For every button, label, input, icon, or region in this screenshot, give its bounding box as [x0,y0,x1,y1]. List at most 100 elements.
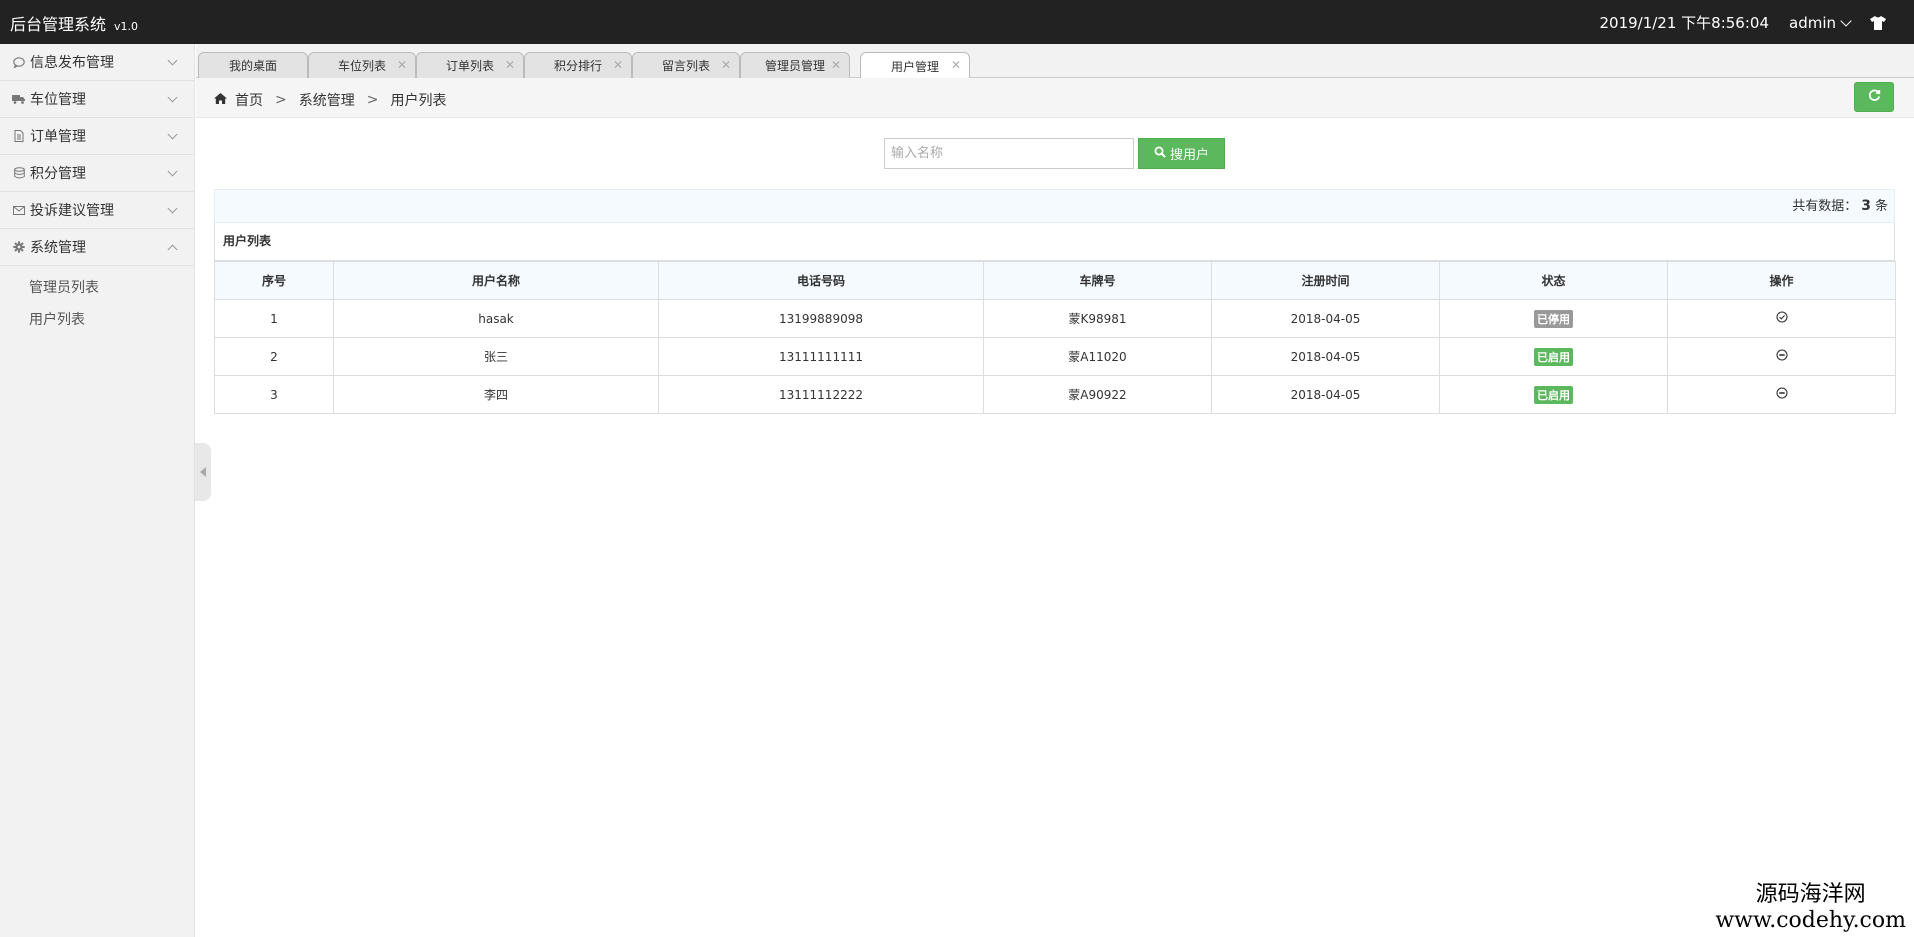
user-name: admin [1789,13,1836,32]
cell-register-time: 2018-04-05 [1211,337,1440,376]
database-icon [12,166,26,180]
tab-my-desktop[interactable]: 我的桌面 [198,52,308,78]
cell-plate: 蒙K98981 [983,299,1212,338]
sidebar: 信息发布管理 车位管理 订单管理 积分管理 投诉建议管理 系统管理 管理员列表 … [0,44,195,937]
user-table: 序号 用户名称 电话号码 车牌号 注册时间 状态 操作 1 hasak 1319… [214,261,1896,414]
cell-actions [1667,299,1896,338]
chevron-down-icon [167,129,178,140]
cell-phone: 13111111111 [658,337,984,376]
close-icon[interactable]: ✕ [831,58,841,72]
cell-index: 2 [214,337,334,376]
close-icon[interactable]: ✕ [397,58,407,72]
chevron-up-icon [167,244,178,255]
cell-plate: 蒙A90922 [983,375,1212,414]
sidebar-group-label: 系统管理 [30,240,86,256]
table-row: 2 张三 13111111111 蒙A11020 2018-04-05 已启用 [214,337,1896,376]
watermark-line2: www.codehy.com [1715,908,1906,933]
sidebar-group-info-publish[interactable]: 信息发布管理 [0,44,194,81]
sidebar-item-admin-list[interactable]: 管理员列表 [0,272,194,304]
column-header-index: 序号 [214,261,334,300]
sidebar-group-points[interactable]: 积分管理 [0,155,194,192]
breadcrumb-system[interactable]: 系统管理 [299,90,355,110]
cell-register-time: 2018-04-05 [1211,299,1440,338]
chevron-down-icon [167,92,178,103]
tab-admin-manage[interactable]: 管理员管理 ✕ [740,52,850,78]
caret-left-icon [200,467,206,477]
tab-points-ranking[interactable]: 积分排行 ✕ [524,52,632,78]
watermark-line1: 源码海洋网 [1755,882,1866,907]
cell-index: 1 [214,299,334,338]
column-header-actions: 操作 [1667,261,1896,300]
tab-label: 订单列表 [445,59,494,73]
enable-check-icon[interactable] [1775,311,1788,323]
tab-order-list[interactable]: 订单列表 ✕ [416,52,524,78]
document-icon [12,129,26,143]
sidebar-collapse-handle[interactable] [195,443,211,501]
disable-minus-icon[interactable] [1775,349,1788,361]
top-right-area: 2019/1/21 下午8:56:04 admin [1599,12,1886,33]
cell-actions [1667,375,1896,414]
gear-icon [12,240,26,254]
tab-label: 车位列表 [337,59,386,73]
breadcrumb-user-list: 用户列表 [390,93,447,109]
close-icon[interactable]: ✕ [721,58,731,72]
tab-label: 用户管理 [890,59,939,74]
home-icon [214,92,227,108]
table-row: 3 李四 13111112222 蒙A90922 2018-04-05 已启用 [214,375,1896,414]
table-row: 1 hasak 13199889098 蒙K98981 2018-04-05 已… [214,299,1896,338]
refresh-button[interactable] [1854,82,1894,112]
watermark: 源码海洋网 www.codehy.com [1715,876,1906,933]
search-button-label: 搜用户 [1169,148,1209,163]
close-icon[interactable]: ✕ [505,58,515,72]
comment-icon [12,55,26,69]
user-menu[interactable]: admin [1789,13,1852,32]
column-header-plate: 车牌号 [983,261,1212,300]
tab-message-list[interactable]: 留言列表 ✕ [632,52,740,78]
envelope-icon [12,203,26,217]
breadcrumb-home[interactable]: 首页 [235,90,263,110]
count-prefix: 共有数据： [1792,199,1858,214]
disable-minus-icon[interactable] [1775,387,1788,399]
breadcrumb-separator: > [366,92,379,108]
cell-phone: 13111112222 [658,375,984,414]
chevron-down-icon [167,166,178,177]
status-badge: 已启用 [1534,347,1573,366]
sidebar-item-user-list[interactable]: 用户列表 [0,304,194,336]
search-input[interactable] [884,138,1134,169]
sidebar-group-label: 积分管理 [30,166,86,182]
chevron-down-icon [167,203,178,214]
sidebar-submenu-system: 管理员列表 用户列表 [0,266,194,336]
app-title: 后台管理系统 [10,15,107,34]
cell-status: 已停用 [1439,299,1668,338]
cell-status: 已启用 [1439,337,1668,376]
count-value: 3 [1861,198,1871,214]
column-header-username: 用户名称 [333,261,659,300]
cell-actions [1667,337,1896,376]
tabs-bar: 我的桌面 车位列表 ✕ 订单列表 ✕ 积分排行 ✕ 留言列表 ✕ 管理员管理 ✕… [196,44,1914,79]
sidebar-group-complaints[interactable]: 投诉建议管理 [0,192,194,229]
tab-label: 积分排行 [553,59,602,73]
sidebar-group-label: 车位管理 [30,92,86,108]
cell-plate: 蒙A11020 [983,337,1212,376]
tab-label: 留言列表 [661,59,710,73]
column-header-status: 状态 [1439,261,1668,300]
tshirt-icon[interactable] [1870,15,1886,30]
column-header-phone: 电话号码 [658,261,984,300]
search-icon [1154,146,1166,162]
cell-username: 张三 [333,337,659,376]
truck-icon [12,92,26,106]
cell-username: 李四 [333,375,659,414]
sidebar-group-parking[interactable]: 车位管理 [0,81,194,118]
tab-user-manage[interactable]: 用户管理 ✕ [860,52,970,79]
sidebar-group-system[interactable]: 系统管理 [0,229,194,266]
close-icon[interactable]: ✕ [613,58,623,72]
tab-parking-list[interactable]: 车位列表 ✕ [308,52,416,78]
search-user-button[interactable]: 搜用户 [1138,138,1225,169]
breadcrumb: 首页 > 系统管理 > 用户列表 [214,90,446,110]
app-version: v1.0 [114,20,139,33]
sidebar-group-orders[interactable]: 订单管理 [0,118,194,155]
status-badge: 已启用 [1534,385,1573,404]
close-icon[interactable]: ✕ [951,58,961,72]
tab-label: 我的桌面 [228,59,277,73]
app-brand[interactable]: 后台管理系统 v1.0 [10,11,138,35]
